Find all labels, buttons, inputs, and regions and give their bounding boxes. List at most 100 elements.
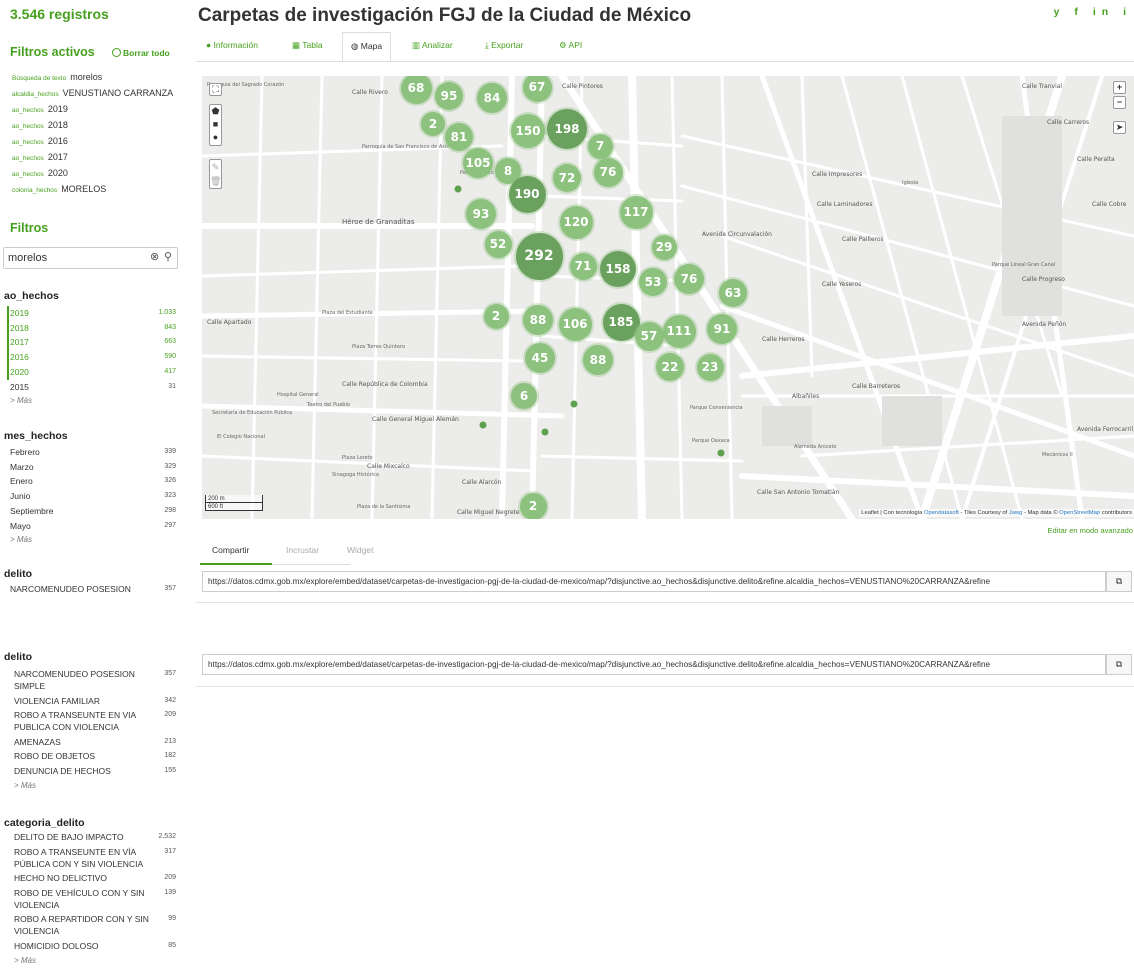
trash-icon[interactable]: 🗑	[210, 174, 221, 188]
map-cluster-marker[interactable]: 22	[656, 353, 684, 381]
map-cluster-marker[interactable]: 68	[400, 76, 432, 104]
facet-item[interactable]: Febrero 339	[10, 445, 178, 460]
map-cluster-marker[interactable]: 91	[707, 314, 737, 344]
map-cluster-marker[interactable]: 63	[719, 279, 747, 307]
more-link[interactable]: > Más	[14, 954, 178, 967]
map-cluster-marker[interactable]: 76	[593, 157, 623, 187]
map-cluster-marker[interactable]: 23	[696, 353, 724, 381]
facet-item[interactable]: 2018 843	[10, 321, 178, 336]
active-filter[interactable]: ao_hechos 2016	[12, 134, 177, 150]
more-link[interactable]: > Más	[14, 779, 178, 792]
map-cluster-marker[interactable]: 7	[587, 133, 613, 159]
facet-item[interactable]: HOMICIDIO DOLOSO 85	[14, 940, 178, 952]
map-cluster-marker[interactable]: 105	[463, 148, 493, 178]
osm-link[interactable]: OpenStreetMap	[1059, 510, 1100, 516]
search-input[interactable]	[4, 248, 134, 268]
facet-item[interactable]: VIOLENCIA FAMILIAR 342	[14, 695, 178, 707]
facet-item[interactable]: DELITO DE BAJO IMPACTO 2.532	[14, 831, 178, 843]
clear-all-button[interactable]: Borrar todo	[112, 48, 170, 58]
map-cluster-marker[interactable]: 120	[559, 205, 593, 239]
active-filter[interactable]: ao_hechos 2019	[12, 102, 177, 118]
facet-item[interactable]: ROBO A REPARTIDOR CON Y SIN VIOLENCIA 99	[14, 913, 178, 937]
edit-icon[interactable]: ✎	[210, 160, 221, 174]
tab-api[interactable]: ⚙ API	[559, 32, 582, 62]
facet-item[interactable]: 2019 1.033	[10, 306, 178, 321]
map-cluster-marker[interactable]: 88	[583, 345, 613, 375]
map-cluster-marker[interactable]: 2	[421, 112, 445, 136]
locate-icon[interactable]: ➤	[1113, 121, 1126, 134]
share-url-field-2[interactable]: https://datos.cdmx.gob.mx/explore/embed/…	[202, 654, 1106, 675]
map-cluster-marker[interactable]: 158	[600, 251, 636, 287]
zoom-out-button[interactable]: −	[1113, 96, 1126, 109]
facet-item[interactable]: DENUNCIA DE HECHOS 155	[14, 765, 178, 777]
edit-advanced-link[interactable]: Editar en modo avanzado	[1048, 526, 1133, 535]
map-view[interactable]: Héroe de Granaditas Calle Apartado Calle…	[202, 76, 1134, 519]
map-cluster-marker[interactable]: 2	[483, 303, 509, 329]
tab-mapa[interactable]: ◍ Mapa	[342, 32, 392, 62]
active-filter[interactable]: colonia_hechos MORELOS	[12, 182, 177, 198]
facet-item[interactable]: Mayo 297	[10, 519, 178, 534]
active-filter[interactable]: ao_hechos 2018	[12, 118, 177, 134]
facet-item[interactable]: 2017 663	[10, 335, 178, 350]
active-filter[interactable]: Búsqueda de texto morelos	[12, 70, 177, 86]
map-cluster-marker[interactable]: 2	[519, 492, 547, 519]
tab-analizar[interactable]: ▥ Analizar	[412, 32, 453, 62]
facet-item[interactable]: 2020 417	[10, 365, 178, 380]
tab-tabla[interactable]: ▦ Tabla	[292, 32, 323, 62]
jawg-link[interactable]: Jawg	[1009, 510, 1023, 516]
map-cluster-marker[interactable]: 52	[484, 230, 512, 258]
tab-exportar[interactable]: ⤓ Exportar	[485, 32, 523, 62]
linkedin-icon[interactable]: in	[1093, 6, 1114, 18]
map-cluster-marker[interactable]: 67	[522, 76, 552, 102]
copy-icon[interactable]: ⧉	[1106, 571, 1132, 592]
facet-item[interactable]: Junio 323	[10, 489, 178, 504]
tab-compartir[interactable]: Compartir	[212, 545, 249, 555]
search-icon[interactable]: ⚲	[164, 250, 172, 263]
clear-search-icon[interactable]: ⊗	[150, 250, 159, 263]
twitter-icon[interactable]: y	[1054, 6, 1066, 18]
map-cluster-marker[interactable]: 106	[558, 307, 592, 341]
facebook-icon[interactable]: f	[1074, 6, 1084, 18]
draw-polygon-icon[interactable]: ⬟	[210, 105, 221, 118]
copy-icon[interactable]: ⧉	[1106, 654, 1132, 675]
fullscreen-icon[interactable]: ⛶	[209, 83, 222, 96]
map-cluster-marker[interactable]: 93	[466, 199, 496, 229]
more-link[interactable]: > Más	[10, 533, 178, 546]
map-cluster-marker[interactable]: 76	[674, 264, 704, 294]
facet-item[interactable]: Enero 326	[10, 474, 178, 489]
map-cluster-marker[interactable]: 29	[651, 234, 677, 260]
map-cluster-marker[interactable]: 71	[569, 252, 597, 280]
facet-item[interactable]: AMENAZAS 213	[14, 736, 178, 748]
tab-informacion[interactable]: ● Información	[206, 32, 258, 62]
tab-incrustar[interactable]: Incrustar	[286, 545, 319, 555]
map-cluster-marker[interactable]: 88	[523, 305, 553, 335]
map-cluster-marker[interactable]: 84	[477, 83, 507, 113]
share-url-field[interactable]: https://datos.cdmx.gob.mx/explore/embed/…	[202, 571, 1106, 592]
map-cluster-marker[interactable]: 150	[511, 114, 545, 148]
zoom-in-button[interactable]: +	[1113, 81, 1126, 94]
map-cluster-marker[interactable]: 185	[602, 303, 640, 341]
draw-circle-icon[interactable]: ●	[210, 131, 221, 144]
active-filter[interactable]: ao_hechos 2020	[12, 166, 177, 182]
facet-item[interactable]: ROBO A TRANSEUNTE EN VÍA PÚBLICA CON Y S…	[14, 846, 178, 870]
opendatasoft-link[interactable]: Opendatasoft	[924, 510, 959, 516]
draw-rectangle-icon[interactable]: ■	[210, 118, 221, 131]
map-cluster-marker[interactable]: 95	[435, 82, 463, 110]
more-link[interactable]: > Más	[10, 394, 178, 407]
map-cluster-marker[interactable]: 190	[508, 175, 546, 213]
map-cluster-marker[interactable]: 53	[639, 268, 667, 296]
map-cluster-marker[interactable]: 45	[525, 343, 555, 373]
facet-item[interactable]: NARCOMENUDEO POSESION SIMPLE 357	[14, 668, 178, 692]
map-cluster-marker[interactable]: 6	[511, 383, 537, 409]
map-cluster-marker[interactable]: 198	[547, 109, 587, 149]
facet-item[interactable]: ROBO DE OBJETOS 182	[14, 750, 178, 762]
map-cluster-marker[interactable]: 81	[445, 123, 473, 151]
map-cluster-marker[interactable]: 292	[515, 232, 563, 280]
map-cluster-marker[interactable]: 57	[634, 321, 664, 351]
facet-item[interactable]: ROBO A TRANSEUNTE EN VIA PUBLICA CON VIO…	[14, 709, 178, 733]
facet-item[interactable]: Septiembre 298	[10, 504, 178, 519]
facet-item[interactable]: HECHO NO DELICTIVO 209	[14, 872, 178, 884]
facet-item[interactable]: 2016 590	[10, 350, 178, 365]
map-cluster-marker[interactable]: 72	[553, 164, 581, 192]
facet-item[interactable]: Marzo 329	[10, 460, 178, 475]
